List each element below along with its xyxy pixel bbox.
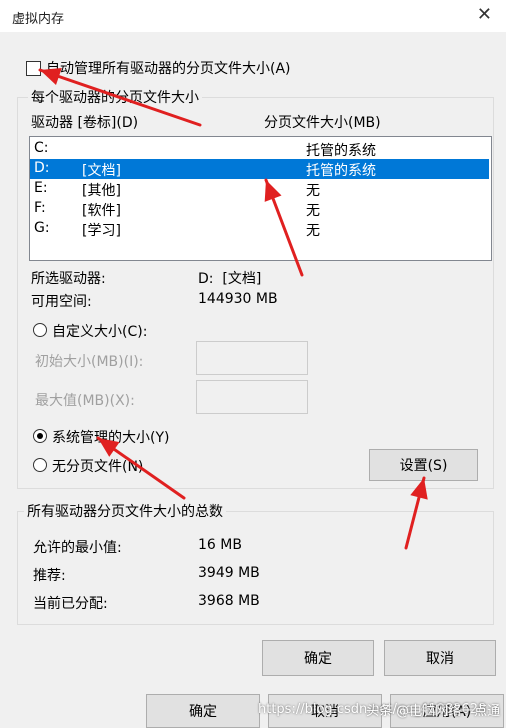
allocated-label: 当前已分配: <box>33 596 108 612</box>
max-size-label: 最大值(MB)(X): <box>35 393 135 409</box>
drive-label: [软件] <box>82 203 121 219</box>
auto-manage-checkbox[interactable] <box>26 61 41 76</box>
allocated-value: 3968 MB <box>198 593 260 609</box>
title-bar: 虚拟内存 ✕ <box>0 0 506 32</box>
ok-button[interactable]: 确定 <box>262 640 374 676</box>
selected-drive-value: D: [文档] <box>198 271 262 287</box>
background-ok-button[interactable]: 确定 <box>146 694 260 728</box>
drive-row-e[interactable]: E: [其他] 无 <box>30 179 489 199</box>
recommended-label: 推荐: <box>33 568 66 584</box>
drive-label: [其他] <box>82 183 121 199</box>
drive-size: 无 <box>306 223 320 239</box>
set-button[interactable]: 设置(S) <box>369 449 478 481</box>
system-managed-label[interactable]: 系统管理的大小(Y) <box>52 427 169 447</box>
no-paging-file-radio[interactable] <box>33 458 47 472</box>
drive-size: 托管的系统 <box>306 163 376 179</box>
per-drive-group-title: 每个驱动器的分页文件大小 <box>28 87 202 107</box>
drive-size: 无 <box>306 183 320 199</box>
totals-group-title: 所有驱动器分页文件大小的总数 <box>24 501 226 521</box>
window-title: 虚拟内存 <box>12 12 65 27</box>
drive-row-d[interactable]: D: [文档] 托管的系统 <box>30 159 489 179</box>
watermark-source: 头条 @电脑网络一点通 <box>366 704 501 719</box>
max-size-input[interactable] <box>196 380 308 414</box>
auto-manage-label[interactable]: 自动管理所有驱动器的分页文件大小(A) <box>46 58 291 78</box>
drive-letter: E: <box>34 180 48 196</box>
no-paging-file-label[interactable]: 无分页文件(N) <box>52 456 143 476</box>
drive-letter: G: <box>34 220 50 236</box>
close-icon[interactable]: ✕ <box>477 4 492 25</box>
custom-size-radio[interactable] <box>33 323 47 337</box>
drive-row-f[interactable]: F: [软件] 无 <box>30 199 489 219</box>
recommended-value: 3949 MB <box>198 565 260 581</box>
drive-label: [学习] <box>82 223 121 239</box>
drive-row-c[interactable]: C: 托管的系统 <box>30 139 489 159</box>
cancel-button[interactable]: 取消 <box>384 640 496 676</box>
selected-drive-label: 所选驱动器: <box>31 271 106 287</box>
column-header-size: 分页文件大小(MB) <box>264 115 381 131</box>
drive-letter: D: <box>34 160 50 176</box>
drive-letter: F: <box>34 200 46 216</box>
min-allowed-value: 16 MB <box>198 537 242 553</box>
initial-size-label: 初始大小(MB)(I): <box>35 354 144 370</box>
system-managed-radio[interactable] <box>33 429 47 443</box>
drive-letter: C: <box>34 140 49 156</box>
drive-row-g[interactable]: G: [学习] 无 <box>30 219 489 239</box>
free-space-value: 144930 MB <box>198 291 278 307</box>
drive-size: 托管的系统 <box>306 143 376 159</box>
free-space-label: 可用空间: <box>31 294 92 310</box>
drive-size: 无 <box>306 203 320 219</box>
drive-label: [文档] <box>82 163 121 179</box>
drive-list[interactable]: C: 托管的系统 D: [文档] 托管的系统 E: [其他] 无 F: [软件]… <box>29 136 492 261</box>
custom-size-label[interactable]: 自定义大小(C): <box>52 321 147 341</box>
initial-size-input[interactable] <box>196 341 308 375</box>
column-header-drive: 驱动器 [卷标](D) <box>31 115 139 131</box>
min-allowed-label: 允许的最小值: <box>33 540 122 556</box>
